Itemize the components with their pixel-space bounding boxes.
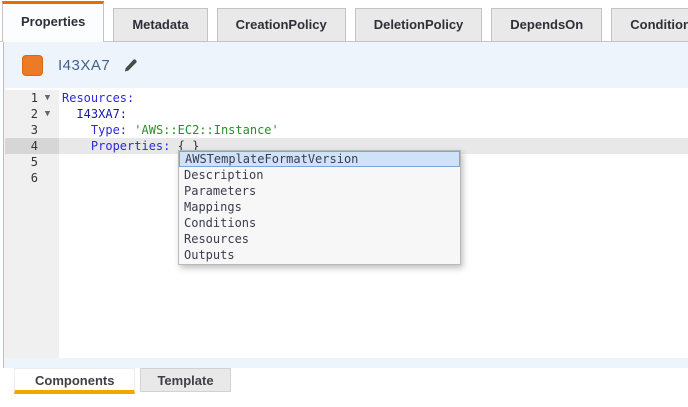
fold-spacer bbox=[38, 154, 57, 170]
fold-spacer bbox=[38, 122, 57, 138]
code-token-plain bbox=[62, 123, 91, 137]
autocomplete-item[interactable]: Resources bbox=[179, 231, 460, 247]
fold-arrow-icon[interactable]: ▼ bbox=[38, 90, 57, 106]
gutter-row: 5 bbox=[5, 154, 59, 170]
tab-metadata[interactable]: Metadata bbox=[113, 8, 207, 42]
line-number: 3 bbox=[5, 122, 38, 138]
autocomplete-popup: AWSTemplateFormatVersionDescriptionParam… bbox=[178, 150, 461, 265]
code-token-key: Properties: bbox=[91, 139, 170, 153]
resource-tab-bar: Properties Metadata CreationPolicy Deletion… bbox=[0, 0, 688, 42]
autocomplete-item[interactable]: AWSTemplateFormatVersion bbox=[179, 151, 460, 167]
resource-header: I43XA7 bbox=[4, 42, 688, 88]
autocomplete-item[interactable]: Outputs bbox=[179, 247, 460, 263]
tab-components[interactable]: Components bbox=[14, 368, 135, 394]
edit-title-button[interactable] bbox=[123, 58, 138, 73]
gutter-row: 4 bbox=[5, 138, 59, 154]
autocomplete-item[interactable]: Conditions bbox=[179, 215, 460, 231]
fold-spacer bbox=[38, 170, 57, 186]
autocomplete-item[interactable]: Mappings bbox=[179, 199, 460, 215]
autocomplete-item[interactable]: Parameters bbox=[179, 183, 460, 199]
tab-properties[interactable]: Properties bbox=[2, 1, 104, 42]
gutter-row: 1▼ bbox=[5, 90, 59, 106]
code-line[interactable]: I43XA7: bbox=[59, 106, 688, 122]
code-token-key: Type: bbox=[91, 123, 127, 137]
line-number: 2 bbox=[5, 106, 38, 122]
line-number: 6 bbox=[5, 170, 38, 186]
pencil-icon bbox=[123, 58, 138, 73]
tab-condition[interactable]: Condition bbox=[611, 8, 688, 42]
editor-gutter[interactable]: 1▼2▼3456 bbox=[5, 90, 59, 358]
code-token-name: I43XA7: bbox=[76, 107, 127, 121]
fold-arrow-icon[interactable]: ▼ bbox=[38, 106, 57, 122]
code-token-plain bbox=[62, 107, 76, 121]
view-tab-bar: ComponentsTemplate bbox=[0, 368, 688, 407]
code-token-plain bbox=[62, 139, 91, 153]
line-number: 5 bbox=[5, 154, 38, 170]
code-token-key: Resources: bbox=[62, 91, 134, 105]
properties-panel: I43XA7 1▼2▼3456 Resources: I43XA7: Type:… bbox=[3, 42, 688, 368]
line-number: 1 bbox=[5, 90, 38, 106]
gutter-row: 2▼ bbox=[5, 106, 59, 122]
tab-creationpolicy[interactable]: CreationPolicy bbox=[217, 8, 346, 42]
code-line[interactable]: Resources: bbox=[59, 90, 688, 106]
code-line[interactable]: Type: 'AWS::EC2::Instance' bbox=[59, 122, 688, 138]
line-number: 4 bbox=[5, 138, 38, 154]
code-editor[interactable]: 1▼2▼3456 Resources: I43XA7: Type: 'AWS::… bbox=[5, 88, 688, 358]
tab-dependson[interactable]: DependsOn bbox=[491, 8, 602, 42]
ec2-instance-icon bbox=[22, 55, 43, 76]
fold-spacer bbox=[38, 138, 57, 154]
gutter-row: 6 bbox=[5, 170, 59, 186]
gutter-row: 3 bbox=[5, 122, 59, 138]
code-token-string: 'AWS::EC2::Instance' bbox=[134, 123, 279, 137]
resource-title: I43XA7 bbox=[58, 57, 110, 74]
autocomplete-item[interactable]: Description bbox=[179, 167, 460, 183]
tab-template[interactable]: Template bbox=[140, 368, 230, 392]
tab-deletionpolicy[interactable]: DeletionPolicy bbox=[355, 8, 483, 42]
